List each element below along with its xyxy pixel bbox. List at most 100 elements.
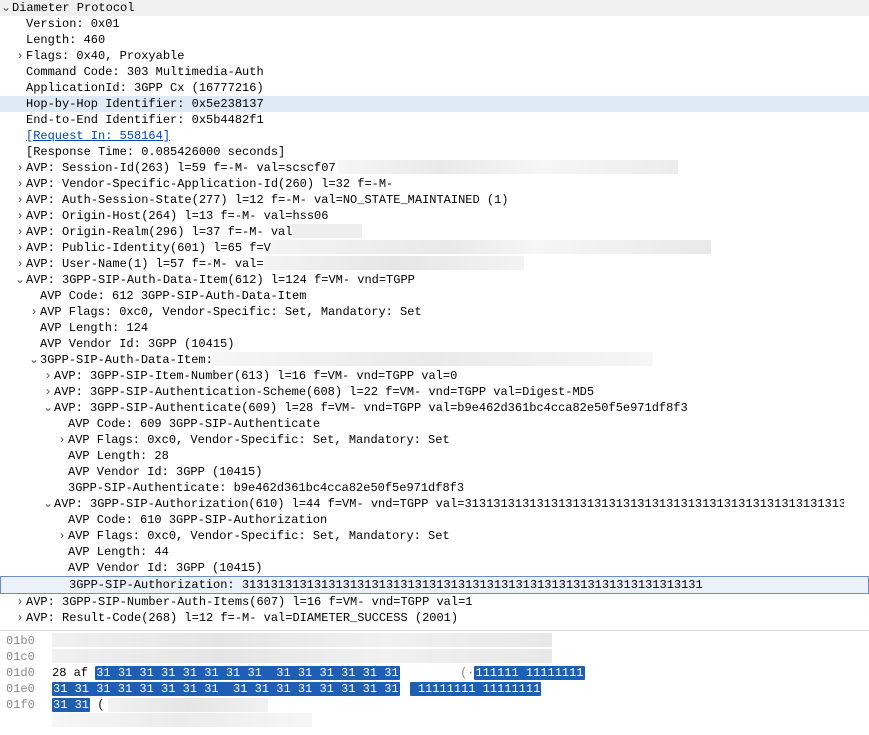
avp-session[interactable]: › AVP: Session-Id(263) l=59 f=-M- val=sc… [0,160,869,176]
authn-flags[interactable]: › AVP Flags: 0xc0, Vendor-Specific: Set,… [0,432,869,448]
chevron-right-icon[interactable]: › [14,256,26,272]
avp-pubid[interactable]: › AVP: Public-Identity(601) l=65 f=V [0,240,869,256]
avp-scheme[interactable]: › AVP: 3GPP-SIP-Authentication-Scheme(60… [0,384,869,400]
avp-group[interactable]: ⌄ 3GPP-SIP-Auth-Data-Item: [0,352,869,368]
avp-numitems[interactable]: › AVP: 3GPP-SIP-Number-Auth-Items(607) l… [0,594,869,610]
authn-vendor[interactable]: · AVP Vendor Id: 3GPP (10415) [0,464,869,480]
text: Command Code: 303 Multimedia-Auth [26,64,264,80]
chevron-right-icon[interactable]: › [14,48,26,64]
authz-len[interactable]: · AVP Length: 44 [0,544,869,560]
avp-result[interactable]: › AVP: Result-Code(268) l=12 f=-M- val=D… [0,610,869,626]
chevron-right-icon[interactable]: › [28,304,40,320]
hex-row[interactable]: 01d0 28 af 31 31 31 31 31 31 31 31 31 31… [6,665,863,681]
spacer-icon: · [56,416,68,432]
field-resptime[interactable]: · [Response Time: 0.085426000 seconds] [0,144,869,160]
authz-vendor[interactable]: · AVP Vendor Id: 3GPP (10415) [0,560,869,576]
text: AVP: Vendor-Specific-Application-Id(260)… [26,176,393,192]
spacer-icon: · [56,544,68,560]
chevron-down-icon[interactable]: ⌄ [28,352,40,368]
proto-row[interactable]: ⌄ Diameter Protocol [0,0,869,16]
avp-username[interactable]: › AVP: User-Name(1) l=57 f=-M- val= [0,256,869,272]
authz-flags[interactable]: › AVP Flags: 0xc0, Vendor-Specific: Set,… [0,528,869,544]
avp-code[interactable]: · AVP Code: 612 3GPP-SIP-Auth-Data-Item [0,288,869,304]
field-version[interactable]: · Version: 0x01 [0,16,869,32]
spacer-icon: · [28,336,40,352]
spacer-icon: · [56,512,68,528]
hex-view[interactable]: 01b0 01c0 01d0 28 af 31 31 31 31 31 31 3… [0,630,869,735]
avp-flags[interactable]: › AVP Flags: 0xc0, Vendor-Specific: Set,… [0,304,869,320]
field-hopbyhop[interactable]: · Hop-by-Hop Identifier: 0x5e238137 [0,96,869,112]
hex-row[interactable]: 01e0 31 31 31 31 31 31 31 31 31 31 31 31… [6,681,863,697]
text: 28 af [52,666,95,680]
field-command[interactable]: · Command Code: 303 Multimedia-Auth [0,64,869,80]
hex-row[interactable]: 01b0 [6,633,863,649]
chevron-right-icon[interactable]: › [14,224,26,240]
spacer-icon: · [56,560,68,576]
text: [Response Time: 0.085426000 seconds] [26,144,285,160]
avp-authorization[interactable]: ⌄ AVP: 3GPP-SIP-Authorization(610) l=44 … [0,496,869,512]
authn-val[interactable]: · 3GPP-SIP-Authenticate: b9e462d361bc4cc… [0,480,869,496]
hex-selection: 31 31 [52,698,90,712]
text: ( [90,698,104,712]
chevron-down-icon[interactable]: ⌄ [14,272,26,288]
authn-len[interactable]: · AVP Length: 28 [0,448,869,464]
text: Length: 460 [26,32,105,48]
chevron-right-icon[interactable]: › [14,208,26,224]
text: 3GPP-SIP-Auth-Data-Item: [40,352,213,368]
spacer-icon: · [14,96,26,112]
field-endtoend[interactable]: · End-to-End Identifier: 0x5b4482f1 [0,112,869,128]
authn-code[interactable]: · AVP Code: 609 3GPP-SIP-Authenticate [0,416,869,432]
hex-row[interactable]: 01f0 31 31 ( [6,697,863,713]
avp-originrealm[interactable]: › AVP: Origin-Realm(296) l=37 f=-M- val [0,224,869,240]
avp-vendor[interactable]: · AVP Vendor Id: 3GPP (10415) [0,336,869,352]
chevron-right-icon[interactable]: › [14,610,26,626]
spacer-icon: · [14,16,26,32]
hex-offset: 01b0 [6,633,42,649]
redacted-block [292,224,362,238]
authz-val-selected[interactable]: · 3GPP-SIP-Authorization: 31313131313131… [0,576,869,594]
text: AVP: Public-Identity(601) l=65 f=V [26,240,271,256]
text: End-to-End Identifier: 0x5b4482f1 [26,112,264,128]
avp-authenticate[interactable]: ⌄ AVP: 3GPP-SIP-Authenticate(609) l=28 f… [0,400,869,416]
chevron-right-icon[interactable]: › [42,368,54,384]
chevron-down-icon[interactable]: ⌄ [0,0,12,16]
avp-sipauth[interactable]: ⌄ AVP: 3GPP-SIP-Auth-Data-Item(612) l=12… [0,272,869,288]
avp-authstate[interactable]: › AVP: Auth-Session-State(277) l=12 f=-M… [0,192,869,208]
avp-originhost[interactable]: › AVP: Origin-Host(264) l=13 f=-M- val=h… [0,208,869,224]
text: AVP: 3GPP-SIP-Item-Number(613) l=16 f=VM… [54,368,457,384]
text: AVP Code: 609 3GPP-SIP-Authenticate [68,416,320,432]
chevron-right-icon[interactable]: › [14,176,26,192]
spacer-icon: · [28,288,40,304]
avp-itemnum[interactable]: › AVP: 3GPP-SIP-Item-Number(613) l=16 f=… [0,368,869,384]
hex-row[interactable]: 01c0 [6,649,863,665]
hex-bytes: 31 31 31 31 31 31 31 31 31 31 31 31 31 3… [52,681,400,697]
field-flags[interactable]: › Flags: 0x40, Proxyable [0,48,869,64]
spacer-icon: · [28,320,40,336]
chevron-right-icon[interactable]: › [56,432,68,448]
authz-code[interactable]: · AVP Code: 610 3GPP-SIP-Authorization [0,512,869,528]
field-length[interactable]: · Length: 460 [0,32,869,48]
text: AVP Flags: 0xc0, Vendor-Specific: Set, M… [68,528,450,544]
field-requestin[interactable]: · [Request In: 558164] [0,128,869,144]
chevron-right-icon[interactable]: › [14,192,26,208]
text: AVP Length: 44 [68,544,169,560]
chevron-right-icon[interactable]: › [14,240,26,256]
chevron-right-icon[interactable]: › [42,384,54,400]
request-in-link[interactable]: [Request In: 558164] [26,128,170,144]
proto-label: Diameter Protocol [12,0,134,16]
hex-selection: 31 31 31 31 31 31 31 31 31 31 31 31 31 3… [95,666,399,680]
avp-vsai[interactable]: › AVP: Vendor-Specific-Application-Id(26… [0,176,869,192]
chevron-down-icon[interactable]: ⌄ [42,400,54,416]
ascii-selection: 11111111 11111111 [410,682,542,696]
text: AVP Flags: 0xc0, Vendor-Specific: Set, M… [68,432,450,448]
chevron-down-icon[interactable]: ⌄ [42,496,54,512]
field-appid[interactable]: · ApplicationId: 3GPP Cx (16777216) [0,80,869,96]
hex-offset: 01e0 [6,681,42,697]
text: AVP: Result-Code(268) l=12 f=-M- val=DIA… [26,610,458,626]
spacer-icon: · [14,80,26,96]
chevron-right-icon[interactable]: › [14,594,26,610]
chevron-right-icon[interactable]: › [14,160,26,176]
redacted-block [264,256,524,270]
chevron-right-icon[interactable]: › [56,528,68,544]
avp-length[interactable]: · AVP Length: 124 [0,320,869,336]
